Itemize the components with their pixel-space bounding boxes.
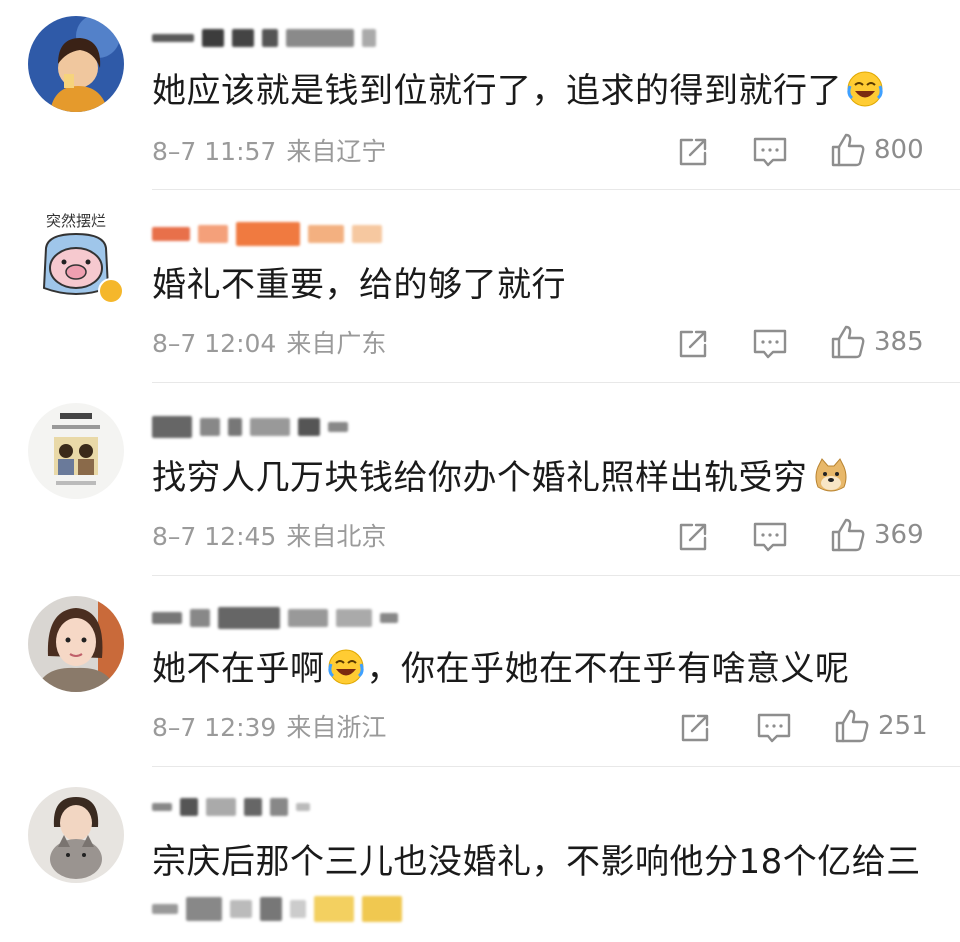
like-button[interactable]: 385: [830, 322, 924, 362]
verified-badge-icon: [98, 278, 176, 362]
like-button[interactable]: 800: [830, 130, 924, 170]
share-icon: [679, 330, 707, 358]
username-redacted[interactable]: [152, 409, 348, 445]
share-button[interactable]: [678, 708, 712, 748]
like-count: 800: [874, 135, 924, 165]
comment-text-overflow-redacted: [152, 891, 402, 927]
doge-emoji: [812, 457, 850, 495]
location: 来自浙江: [286, 713, 387, 742]
comment-text-content: ，你在乎她在不在乎有啥意义呢: [366, 649, 850, 689]
comment-meta: 8–7 12:04 来自广东: [152, 328, 386, 360]
comment-icon: [753, 522, 787, 552]
comment-4: 她不在乎啊 ，你在乎她在不在乎有啥意义呢 8–7 12:39 来自浙江 251: [0, 576, 960, 766]
share-icon: [679, 138, 707, 166]
share-button[interactable]: [676, 132, 710, 172]
comment-3: 找穷人几万块钱给你办个婚礼照样出轨受穷 8–7 12:45 来自北京 369: [0, 383, 960, 575]
laugh-cry-emoji: [846, 70, 884, 108]
comment-text: 宗庆后那个三儿也没婚礼，不影响他分18个亿给三: [152, 839, 921, 885]
username-redacted[interactable]: [152, 216, 382, 252]
comment-5: 宗庆后那个三儿也没婚礼，不影响他分18个亿给三: [0, 767, 960, 942]
reply-button[interactable]: [756, 708, 792, 748]
reply-button[interactable]: [752, 132, 788, 172]
avatar[interactable]: [28, 16, 124, 112]
avatar[interactable]: 突然摆烂: [28, 208, 176, 362]
username-redacted[interactable]: [152, 789, 310, 825]
thumbs-up-icon: [831, 133, 865, 167]
comment-text: 婚礼不重要，给的够了就行: [152, 262, 566, 308]
share-button[interactable]: [676, 324, 710, 364]
comment-text-content: 宗庆后那个三儿也没婚礼，不影响他分18个亿给三: [152, 842, 921, 882]
thumbs-up-icon: [835, 709, 869, 743]
username-redacted[interactable]: [152, 600, 398, 636]
avatar-caption: 突然摆烂: [46, 212, 106, 230]
comment-text: 找穷人几万块钱给你办个婚礼照样出轨受穷: [152, 455, 850, 501]
share-icon: [681, 714, 709, 742]
avatar[interactable]: [28, 787, 124, 883]
timestamp: 8–7 11:57: [152, 137, 277, 166]
location: 来自北京: [286, 522, 387, 551]
username-redacted[interactable]: [152, 20, 376, 56]
comment-icon: [753, 137, 787, 167]
location: 来自辽宁: [286, 137, 387, 166]
share-icon: [679, 523, 707, 551]
timestamp: 8–7 12:39: [152, 713, 277, 742]
comment-text-content: 找穷人几万块钱给你办个婚礼照样出轨受穷: [152, 458, 808, 498]
reply-button[interactable]: [752, 324, 788, 364]
avatar[interactable]: [28, 596, 124, 692]
comment-2: 突然摆烂 婚礼不重要，给的够了就行 8–7 12:04 来自广东 385: [0, 190, 960, 382]
comment-text-content: 婚礼不重要，给的够了就行: [152, 265, 566, 305]
comment-meta: 8–7 12:45 来自北京: [152, 521, 386, 553]
comment-icon: [753, 329, 787, 359]
comment-text: 她不在乎啊 ，你在乎她在不在乎有啥意义呢: [152, 646, 850, 692]
avatar[interactable]: [28, 403, 124, 499]
like-button[interactable]: 251: [834, 706, 928, 746]
like-count: 369: [874, 520, 924, 550]
like-count: 251: [878, 711, 928, 741]
timestamp: 8–7 12:45: [152, 522, 277, 551]
thumbs-up-icon: [831, 325, 865, 359]
comment-meta: 8–7 12:39 来自浙江: [152, 712, 386, 744]
comment-icon: [757, 713, 791, 743]
comment-meta: 8–7 11:57 来自辽宁: [152, 136, 386, 168]
timestamp: 8–7 12:04: [152, 329, 277, 358]
comment-text-content: 她应该就是钱到位就行了，追求的得到就行了: [152, 71, 842, 111]
thumbs-up-icon: [831, 518, 865, 552]
share-button[interactable]: [676, 517, 710, 557]
comment-text-content: 她不在乎啊: [152, 649, 325, 689]
reply-button[interactable]: [752, 517, 788, 557]
laugh-cry-emoji: [327, 648, 365, 686]
like-count: 385: [874, 327, 924, 357]
comment-1: 她应该就是钱到位就行了，追求的得到就行了 8–7 11:57 来自辽宁 800: [0, 0, 960, 190]
location: 来自广东: [286, 329, 387, 358]
like-button[interactable]: 369: [830, 515, 924, 555]
comment-text: 她应该就是钱到位就行了，追求的得到就行了: [152, 68, 884, 114]
